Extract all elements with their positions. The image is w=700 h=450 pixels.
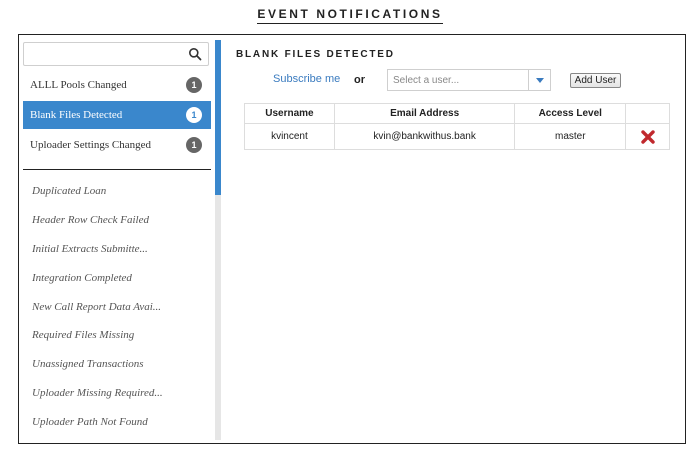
notifications-panel: ALLL Pools Changed 1 Blank Files Detecte…: [18, 34, 686, 444]
sidebar-item-alll-pools-changed[interactable]: ALLL Pools Changed 1: [23, 71, 211, 99]
event-item-initial-extracts-submitted[interactable]: Initial Extracts Submitte...: [32, 243, 148, 255]
or-label: or: [354, 74, 365, 86]
event-item-uploader-missing-required[interactable]: Uploader Missing Required...: [32, 387, 163, 399]
event-detail: BLANK FILES DETECTED Subscribe me or Sel…: [221, 35, 684, 442]
event-item-unassigned-transactions[interactable]: Unassigned Transactions: [32, 358, 144, 370]
cell-username: kvincent: [244, 123, 335, 150]
chevron-down-icon: [535, 77, 544, 83]
user-select-toggle[interactable]: [528, 70, 550, 90]
section-title: BLANK FILES DETECTED: [236, 49, 395, 60]
event-item-required-files-missing[interactable]: Required Files Missing: [32, 329, 134, 341]
delete-x-icon[interactable]: [640, 129, 655, 144]
user-select-placeholder: Select a user...: [393, 75, 460, 86]
column-header-access-level: Access Level: [514, 103, 627, 124]
sidebar-item-label: Uploader Settings Changed: [30, 139, 151, 151]
event-sidebar: ALLL Pools Changed 1 Blank Files Detecte…: [19, 35, 215, 442]
sidebar-item-label: Blank Files Detected: [30, 109, 123, 121]
search-icon[interactable]: [188, 47, 202, 61]
subscribers-table: Username Email Address Access Level kvin…: [244, 103, 670, 150]
sidebar-divider: [23, 169, 211, 170]
sidebar-item-blank-files-detected[interactable]: Blank Files Detected 1: [23, 101, 211, 129]
count-badge: 1: [186, 137, 202, 153]
count-badge: 1: [186, 107, 202, 123]
count-badge: 1: [186, 77, 202, 93]
event-item-integration-completed[interactable]: Integration Completed: [32, 272, 132, 284]
column-header-username: Username: [244, 103, 335, 124]
table-header-row: Username Email Address Access Level: [244, 103, 670, 124]
event-item-new-call-report-data[interactable]: New Call Report Data Avai...: [32, 301, 161, 313]
column-header-actions: [625, 103, 670, 124]
add-user-button[interactable]: Add User: [570, 73, 621, 88]
event-item-header-row-check-failed[interactable]: Header Row Check Failed: [32, 214, 149, 226]
user-select[interactable]: Select a user...: [387, 69, 551, 91]
search-input[interactable]: [23, 42, 209, 66]
page-title-wrap: EVENT NOTIFICATIONS: [0, 5, 700, 24]
page-title: EVENT NOTIFICATIONS: [257, 7, 443, 24]
column-header-email: Email Address: [333, 103, 516, 124]
table-row: kvincent kvin@bankwithus.bank master: [244, 123, 670, 150]
event-item-uploader-path-not-found[interactable]: Uploader Path Not Found: [32, 416, 148, 428]
subscribe-me-link[interactable]: Subscribe me: [273, 73, 340, 85]
sidebar-item-label: ALLL Pools Changed: [30, 79, 127, 91]
event-item-duplicated-loan[interactable]: Duplicated Loan: [32, 185, 106, 197]
cell-actions: [625, 123, 670, 150]
cell-email: kvin@bankwithus.bank: [333, 123, 516, 150]
cell-access-level: master: [514, 123, 627, 150]
sidebar-item-uploader-settings-changed[interactable]: Uploader Settings Changed 1: [23, 131, 211, 159]
